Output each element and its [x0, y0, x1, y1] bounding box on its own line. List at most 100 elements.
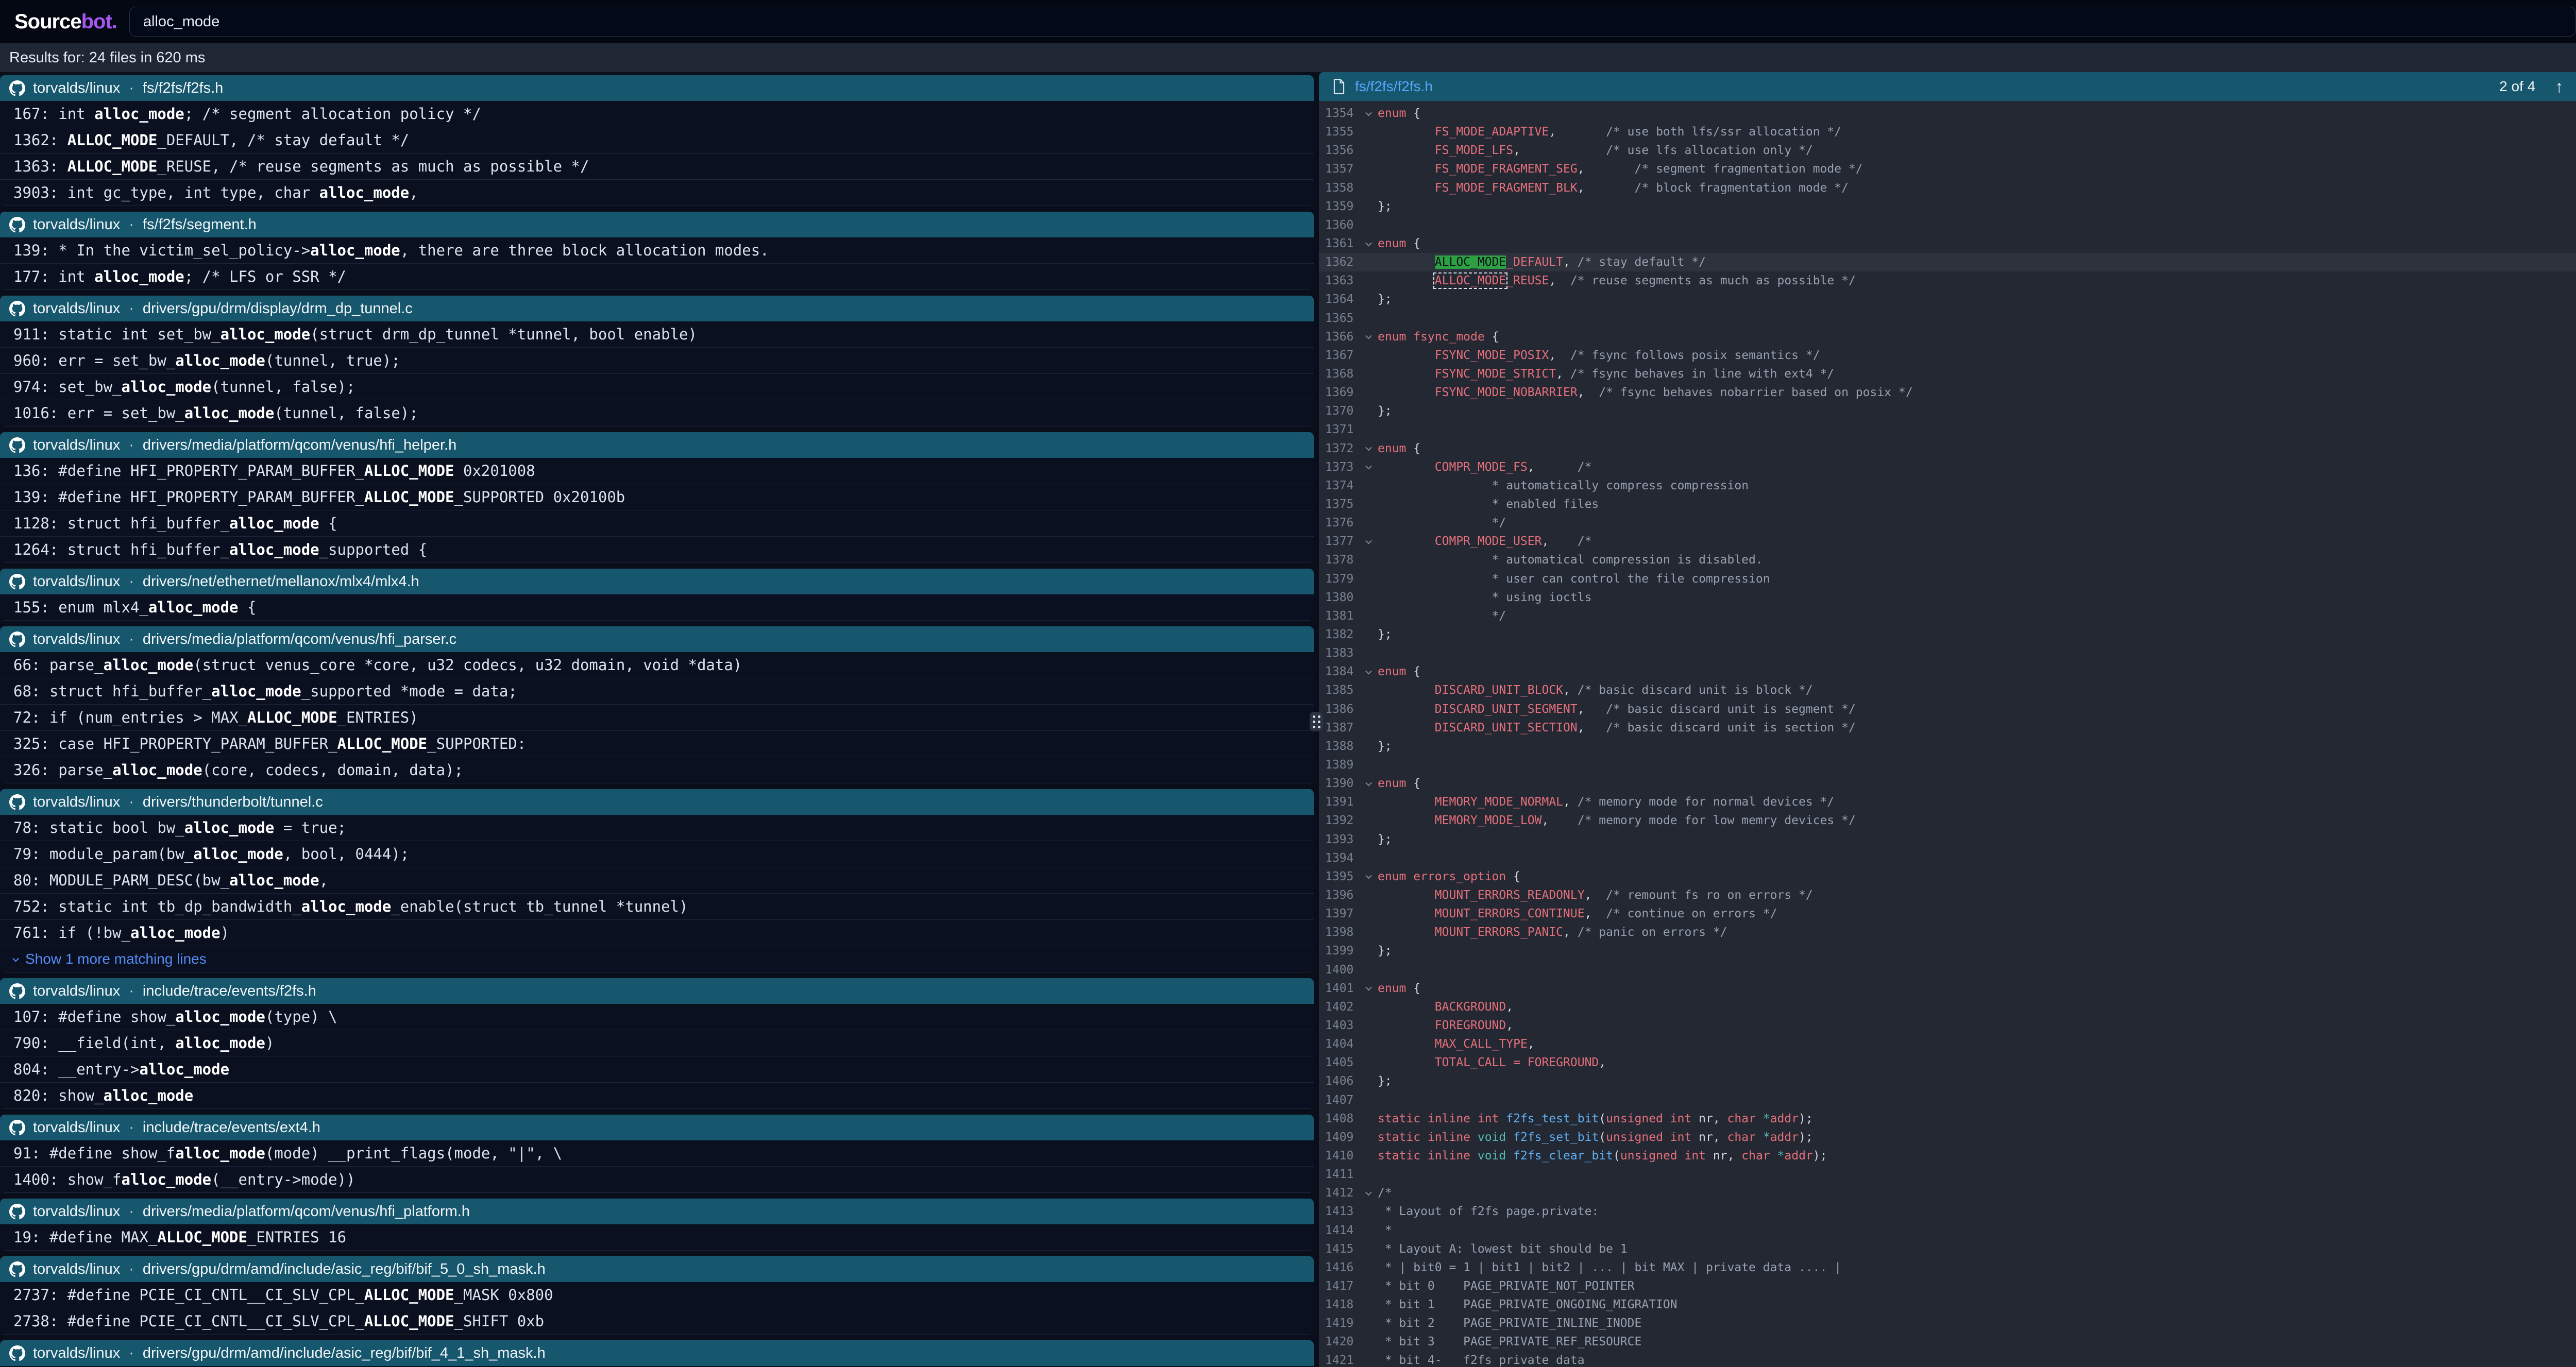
search-input[interactable]: alloc_mode: [129, 7, 2576, 37]
token: /* stay default */: [1578, 255, 1706, 269]
code-text: */: [1378, 609, 1506, 623]
code-text: * Layout of f2fs page.private:: [1378, 1205, 1599, 1218]
collapse-chevron-icon[interactable]: [1359, 539, 1378, 544]
token: nr: [1691, 1131, 1713, 1144]
file-group-header[interactable]: torvalds/linux·fs/f2fs/f2fs.h: [0, 75, 1314, 101]
token: ,: [1528, 460, 1535, 474]
match-line[interactable]: 177: int alloc_mode; /* LFS or SSR */: [0, 264, 1314, 290]
match-text: ,: [319, 872, 328, 889]
match-line[interactable]: 1264: struct hfi_buffer_alloc_mode_suppo…: [0, 537, 1314, 563]
code-line: 1380 * using ioctls: [1319, 588, 2576, 607]
token: };: [1378, 404, 1392, 418]
collapse-chevron-icon[interactable]: [1359, 986, 1378, 990]
collapse-chevron-icon[interactable]: [1359, 465, 1378, 469]
match-highlight: alloc_mode: [148, 599, 239, 616]
file-group-header[interactable]: torvalds/linux·drivers/net/ethernet/mell…: [0, 569, 1314, 594]
collapse-chevron-icon[interactable]: [1359, 446, 1378, 451]
token: ,: [1549, 349, 1556, 362]
code-line: 1383: [1319, 644, 2576, 662]
collapse-chevron-icon[interactable]: [1359, 242, 1378, 246]
code-line: 1419 * bit 2 PAGE_PRIVATE_INLINE_INODE: [1319, 1314, 2576, 1332]
preview-file-path[interactable]: fs/f2fs/f2fs.h: [1355, 78, 1433, 95]
file-group-header[interactable]: torvalds/linux·drivers/gpu/drm/amd/inclu…: [0, 1340, 1314, 1366]
line-number: 1356: [1319, 144, 1359, 157]
github-icon: [9, 983, 25, 999]
panel-resize-handle[interactable]: [1310, 712, 1323, 731]
match-line[interactable]: 974: set_bw_alloc_mode(tunnel, false);: [0, 374, 1314, 400]
collapse-chevron-icon[interactable]: [1359, 670, 1378, 674]
match-line[interactable]: 107: #define show_alloc_mode(type) \: [0, 1004, 1314, 1030]
line-number: 1371: [1319, 423, 1359, 436]
token: };: [1378, 833, 1392, 846]
match-line[interactable]: 1400: show_falloc_mode(__entry->mode)): [0, 1167, 1314, 1193]
match-line[interactable]: 804: __entry->alloc_mode: [0, 1056, 1314, 1083]
match-line[interactable]: 911: static int set_bw_alloc_mode(struct…: [0, 321, 1314, 348]
collapse-chevron-icon[interactable]: [1359, 1191, 1378, 1195]
file-group-header[interactable]: torvalds/linux·include/trace/events/f2fs…: [0, 978, 1314, 1004]
code-line: 1354enum {: [1319, 104, 2576, 123]
code-text: };: [1378, 833, 1392, 846]
file-group-header[interactable]: torvalds/linux·drivers/gpu/drm/display/d…: [0, 296, 1314, 321]
show-more-link[interactable]: Show 1 more matching lines: [0, 946, 1314, 972]
match-line[interactable]: 79: module_param(bw_alloc_mode, bool, 04…: [0, 841, 1314, 867]
match-line[interactable]: 1363: ALLOC_MODE_REUSE, /* reuse segment…: [0, 153, 1314, 180]
sourcebot-logo[interactable]: Sourcebot.: [14, 10, 117, 33]
match-line[interactable]: 68: struct hfi_buffer_alloc_mode_support…: [0, 678, 1314, 705]
match-line[interactable]: 761: if (!bw_alloc_mode): [0, 920, 1314, 946]
file-group-header[interactable]: torvalds/linux·fs/f2fs/segment.h: [0, 212, 1314, 237]
file-group-header[interactable]: torvalds/linux·drivers/gpu/drm/amd/inclu…: [0, 1256, 1314, 1282]
match-line[interactable]: 1362: ALLOC_MODE_DEFAULT, /* stay defaul…: [0, 127, 1314, 153]
code-line: 1394: [1319, 849, 2576, 867]
match-line[interactable]: 820: show_alloc_mode: [0, 1083, 1314, 1109]
prev-match-button[interactable]: ↑: [2555, 78, 2563, 95]
file-group-header[interactable]: torvalds/linux·drivers/media/platform/qc…: [0, 1199, 1314, 1224]
token: /* basic discard unit is block */: [1570, 684, 1813, 697]
code-text: TOTAL_CALL = FOREGROUND,: [1378, 1056, 1606, 1069]
match-line[interactable]: 139: #define HFI_PROPERTY_PARAM_BUFFER_A…: [0, 484, 1314, 510]
match-line[interactable]: 326: parse_alloc_mode(core, codecs, doma…: [0, 757, 1314, 783]
collapse-chevron-icon[interactable]: [1359, 781, 1378, 786]
match-line[interactable]: 66: parse_alloc_mode(struct venus_core *…: [0, 652, 1314, 678]
token: COMPR_MODE_FS: [1378, 460, 1528, 474]
match-line[interactable]: 80: MODULE_PARM_DESC(bw_alloc_mode,: [0, 867, 1314, 894]
match-line[interactable]: 78: static bool bw_alloc_mode = true;: [0, 815, 1314, 841]
code-line: 1361enum {: [1319, 234, 2576, 253]
collapse-chevron-icon[interactable]: [1359, 111, 1378, 116]
code-text: };: [1378, 944, 1392, 958]
collapse-chevron-icon[interactable]: [1359, 334, 1378, 339]
line-number: 1394: [1319, 851, 1359, 865]
match-line[interactable]: 790: __field(int, alloc_mode): [0, 1030, 1314, 1056]
code-text: * Layout A: lowest bit should be 1: [1378, 1242, 1628, 1256]
match-line[interactable]: 1016: err = set_bw_alloc_mode(tunnel, fa…: [0, 400, 1314, 426]
token: FSYNC_MODE_POSIX: [1378, 349, 1549, 362]
result-group: torvalds/linux·drivers/thunderbolt/tunne…: [0, 789, 1314, 972]
match-highlight: alloc_mode: [175, 1034, 265, 1052]
match-line[interactable]: 136: #define HFI_PROPERTY_PARAM_BUFFER_A…: [0, 458, 1314, 484]
code-text: enum {: [1378, 777, 1420, 790]
line-number: 1414: [1319, 1224, 1359, 1237]
match-highlight: alloc_mode: [122, 378, 212, 396]
match-line[interactable]: 91: #define show_falloc_mode(mode) __pri…: [0, 1140, 1314, 1167]
file-group-header[interactable]: torvalds/linux·drivers/thunderbolt/tunne…: [0, 789, 1314, 815]
code-text: * bit 3 PAGE_PRIVATE_REF_RESOURCE: [1378, 1335, 1641, 1348]
match-line[interactable]: 752: static int tb_dp_bandwidth_alloc_mo…: [0, 894, 1314, 920]
match-line[interactable]: 72: if (num_entries > MAX_ALLOC_MODE_ENT…: [0, 705, 1314, 731]
token: static inline: [1378, 1131, 1478, 1144]
match-line[interactable]: 960: err = set_bw_alloc_mode(tunnel, tru…: [0, 348, 1314, 374]
file-group-header[interactable]: torvalds/linux·drivers/media/platform/qc…: [0, 626, 1314, 652]
collapse-chevron-icon[interactable]: [1359, 874, 1378, 879]
match-line[interactable]: 2738: #define PCIE_CI_CNTL__CI_SLV_CPL_A…: [0, 1308, 1314, 1335]
match-line[interactable]: 2737: #define PCIE_CI_CNTL__CI_SLV_CPL_A…: [0, 1282, 1314, 1308]
token: /* fsync follows posix semantics */: [1556, 349, 1820, 362]
code-text: * bit 2 PAGE_PRIVATE_INLINE_INODE: [1378, 1317, 1641, 1330]
file-group-header[interactable]: torvalds/linux·drivers/media/platform/qc…: [0, 432, 1314, 458]
match-line[interactable]: 155: enum mlx4_alloc_mode {: [0, 594, 1314, 621]
match-line[interactable]: 1128: struct hfi_buffer_alloc_mode {: [0, 510, 1314, 537]
code-text: enum errors_option {: [1378, 870, 1520, 883]
file-group-header[interactable]: torvalds/linux·include/trace/events/ext4…: [0, 1115, 1314, 1140]
match-line[interactable]: 19: #define MAX_ALLOC_MODE_ENTRIES 16: [0, 1224, 1314, 1251]
match-line[interactable]: 167: int alloc_mode; /* segment allocati…: [0, 101, 1314, 127]
match-line[interactable]: 139: * In the victim_sel_policy->alloc_m…: [0, 237, 1314, 264]
match-line[interactable]: 3903: int gc_type, int type, char alloc_…: [0, 180, 1314, 206]
match-line[interactable]: 325: case HFI_PROPERTY_PARAM_BUFFER_ALLO…: [0, 731, 1314, 757]
